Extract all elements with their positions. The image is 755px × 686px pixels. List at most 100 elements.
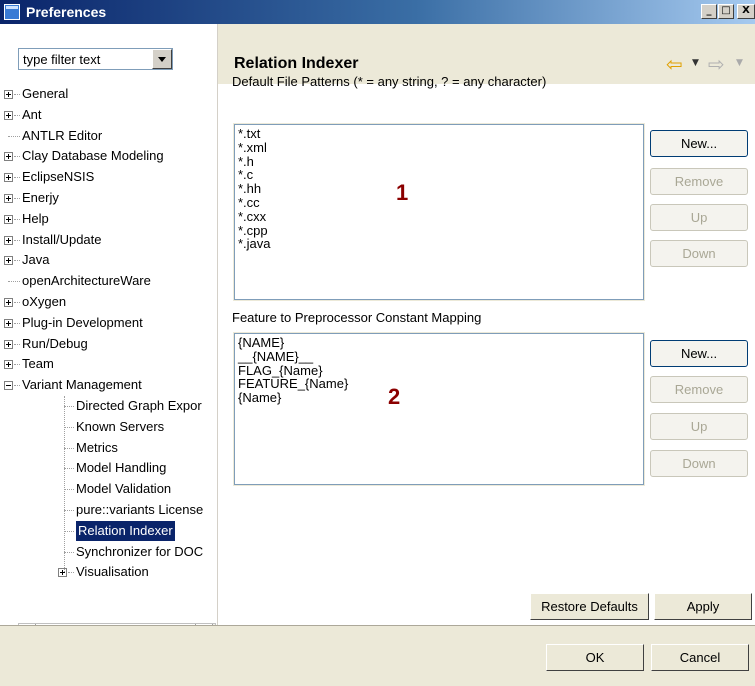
tree-connector — [64, 406, 74, 407]
list-item[interactable]: *.xml — [238, 140, 640, 155]
tree-child-item[interactable]: Metrics — [0, 438, 216, 458]
tree-child-item[interactable]: Synchronizer for DOC — [0, 542, 216, 562]
tree-item-label: Plug-in Development — [22, 315, 143, 330]
tree-item-label: oXygen — [22, 294, 67, 309]
chevron-down-icon[interactable] — [152, 49, 172, 69]
file-patterns-list[interactable]: *.txt *.xml *.h *.c *.hh *.cc *.cxx *.cpp *.java — [233, 123, 645, 301]
window-icon — [4, 4, 20, 20]
tree-connector — [14, 198, 20, 199]
tree-item-label: Help — [22, 211, 49, 226]
page-title: Relation Indexer — [234, 55, 359, 72]
expand-icon[interactable] — [4, 111, 13, 120]
list-item[interactable]: *.h — [238, 154, 640, 169]
list-item[interactable]: *.java — [238, 237, 640, 251]
tree-connector — [8, 281, 20, 282]
list-item[interactable]: *.hh — [238, 182, 640, 196]
callout-marker-2: 2 — [388, 384, 401, 409]
tree-child-item[interactable]: Model Validation — [0, 479, 216, 499]
tree-child-item[interactable]: pure::variants License — [0, 500, 216, 520]
tree-connector — [64, 489, 74, 490]
expand-icon[interactable] — [4, 90, 13, 99]
tree-connector — [68, 572, 74, 573]
tree-connector — [14, 302, 20, 303]
list-item[interactable]: {Name} — [238, 391, 640, 405]
preference-tree-pane: General Ant ANTLR Editor Clay Database Mode… — [0, 24, 216, 641]
close-button[interactable]: X — [737, 4, 755, 19]
expand-icon[interactable] — [4, 256, 13, 265]
tree-item-label: Install/Update — [22, 232, 102, 247]
filter-combo[interactable] — [18, 48, 173, 70]
patterns-down-button[interactable]: Down — [650, 240, 748, 267]
list-item[interactable]: *.c — [238, 168, 640, 182]
tree-item-label: pure::variants License — [76, 502, 204, 517]
mapping-new-button[interactable]: New... — [650, 340, 748, 367]
mapping-up-button[interactable]: Up — [650, 413, 748, 440]
expand-icon[interactable] — [4, 194, 13, 203]
list-item[interactable]: {NAME} — [238, 336, 640, 350]
expand-icon[interactable] — [4, 152, 13, 161]
list-item[interactable]: FLAG_{Name} — [238, 363, 640, 378]
list-item[interactable]: *.txt — [238, 127, 640, 141]
collapse-icon[interactable] — [4, 381, 13, 390]
patterns-remove-button[interactable]: Remove — [650, 168, 748, 195]
cancel-button[interactable]: Cancel — [651, 644, 749, 671]
tree-item-label: EclipseNSIS — [22, 169, 95, 184]
patterns-new-button[interactable]: New... — [650, 130, 748, 157]
tree-connector — [14, 260, 20, 261]
apply-button[interactable]: Apply — [654, 593, 752, 620]
tree-item-label: openArchitectureWare — [22, 273, 151, 288]
expand-icon[interactable] — [4, 360, 13, 369]
back-arrow-icon[interactable]: ⇦ — [666, 52, 683, 76]
expand-icon[interactable] — [4, 298, 13, 307]
list-item[interactable]: __{NAME}__ — [238, 349, 640, 364]
list-item[interactable]: *.cxx — [238, 209, 640, 224]
preferences-window: Preferences _ □ X General Ant ANTLR Editor… — [0, 0, 755, 686]
mapping-remove-button[interactable]: Remove — [650, 376, 748, 403]
forward-history-dropdown-icon[interactable]: ▼ — [736, 58, 743, 68]
constant-mapping-list[interactable]: {NAME} __{NAME}__ FLAG_{Name} FEATURE_{Name… — [233, 332, 645, 486]
tree-child-item[interactable]: Directed Graph Expor — [0, 396, 216, 416]
filter-input[interactable] — [19, 49, 152, 69]
ok-button[interactable]: OK — [546, 644, 644, 671]
list-item[interactable]: *.cc — [238, 196, 640, 210]
patterns-up-button[interactable]: Up — [650, 204, 748, 231]
tree-connector — [14, 156, 20, 157]
tree-child-item[interactable]: Relation Indexer — [0, 521, 216, 541]
expand-icon[interactable] — [4, 319, 13, 328]
tree-connector — [64, 531, 74, 532]
tree-item-label: Visualisation — [76, 564, 149, 579]
restore-defaults-button[interactable]: Restore Defaults — [530, 593, 649, 620]
tree-connector — [64, 468, 74, 469]
minimize-button[interactable]: _ — [701, 4, 717, 19]
tree-connector — [14, 94, 20, 95]
expand-icon[interactable] — [4, 173, 13, 182]
mapping-down-button[interactable]: Down — [650, 450, 748, 477]
tree-child-item[interactable]: Visualisation — [0, 562, 216, 582]
tree-connector — [8, 136, 20, 137]
expand-icon[interactable] — [4, 236, 13, 245]
forward-arrow-icon[interactable]: ⇨ — [708, 52, 725, 76]
list-item[interactable]: FEATURE_{Name} — [238, 377, 640, 391]
tree-connector — [14, 364, 20, 365]
maximize-button[interactable]: □ — [718, 4, 734, 19]
tree-item-label-selected: Relation Indexer — [76, 521, 175, 541]
tree-connector — [64, 552, 74, 553]
tree-item-label: Metrics — [76, 440, 118, 455]
back-history-dropdown-icon[interactable]: ▼ — [692, 58, 699, 68]
tree-item-label: Variant Management — [22, 377, 142, 392]
list-item[interactable]: *.cpp — [238, 223, 640, 238]
tree-connector — [14, 344, 20, 345]
tree-child-item[interactable]: Known Servers — [0, 417, 216, 437]
file-patterns-label: Default File Patterns (* = any string, ?… — [232, 74, 547, 89]
tree-connector — [64, 448, 74, 449]
tree-item-label: Model Validation — [76, 481, 172, 496]
tree-connector — [14, 323, 20, 324]
tree-vertical-connector — [64, 396, 65, 572]
expand-icon[interactable] — [58, 568, 67, 577]
expand-icon[interactable] — [4, 215, 13, 224]
tree-connector — [14, 240, 20, 241]
window-title: Preferences — [26, 4, 107, 20]
expand-icon[interactable] — [4, 340, 13, 349]
tree-child-item[interactable]: Model Handling — [0, 458, 216, 478]
title-bar[interactable]: Preferences _ □ X — [0, 0, 755, 24]
